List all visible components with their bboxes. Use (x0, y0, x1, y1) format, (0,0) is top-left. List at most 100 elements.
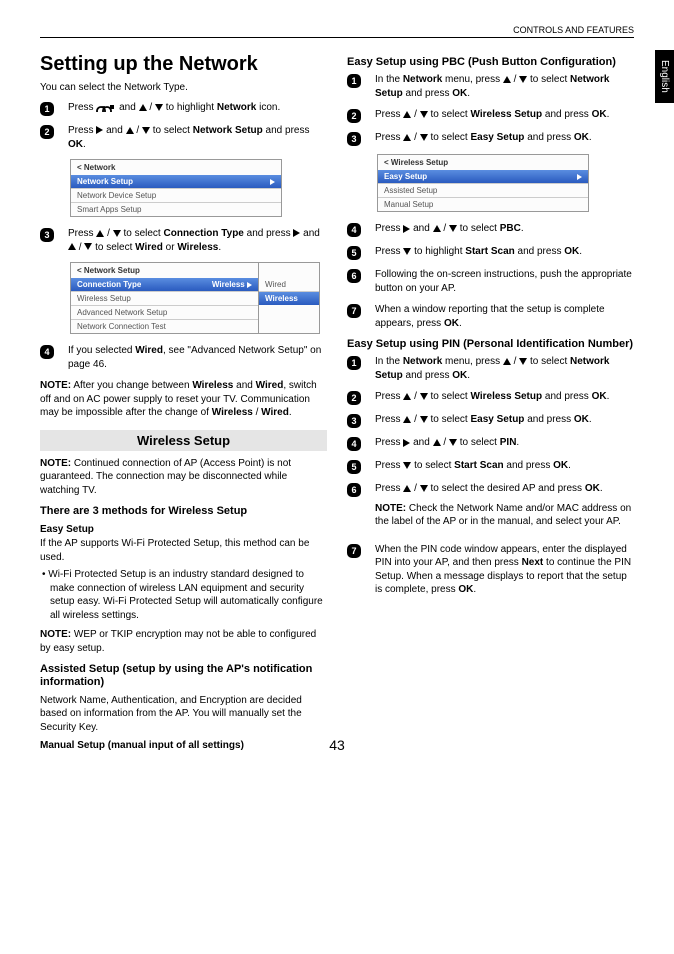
step-badge: 2 (347, 109, 361, 123)
step-badge: 1 (40, 102, 54, 116)
down-icon (155, 104, 163, 111)
chevron-right-icon (577, 174, 582, 180)
note-text: NOTE: Continued connection of AP (Access… (40, 457, 327, 498)
menu-row: Network Setup (71, 175, 281, 189)
step-badge: 7 (347, 304, 361, 318)
step-badge: 4 (347, 223, 361, 237)
menu-option: Wired (259, 278, 319, 292)
subsection-heading: Easy Setup using PIN (Personal Identific… (347, 338, 634, 351)
pbc-step-6: 6 Following the on-screen instructions, … (347, 268, 634, 295)
menu-title: < Network Setup (71, 263, 258, 278)
language-tab: English (655, 50, 674, 103)
pbc-step-1: 1 In the Network menu, press / to select… (347, 73, 634, 100)
note-text: NOTE: After you change between Wireless … (40, 379, 327, 420)
pin-step-3: 3 Press / to select Easy Setup and press… (347, 413, 634, 428)
menu-row: Advanced Network Setup (71, 306, 258, 320)
step-4: 4 If you selected Wired, see "Advanced N… (40, 344, 327, 371)
up-icon (96, 230, 104, 237)
down-icon (420, 111, 428, 118)
menu-wireless-setup: < Wireless Setup Easy Setup Assisted Set… (377, 154, 589, 212)
up-icon (503, 76, 511, 83)
step-text: Press / to select Wireless Setup and pre… (375, 108, 634, 122)
step-text: Press / to select the desired AP and pre… (375, 482, 634, 535)
body-text: Network Name, Authentication, and Encryp… (40, 694, 327, 735)
pbc-step-5: 5 Press to highlight Start Scan and pres… (347, 245, 634, 260)
right-column: Easy Setup using PBC (Push Button Config… (347, 48, 634, 753)
section-heading-wireless: Wireless Setup (40, 430, 327, 451)
down-icon (420, 485, 428, 492)
step-badge: 5 (347, 246, 361, 260)
method-heading: Assisted Setup (setup by using the AP's … (40, 663, 327, 689)
up-icon (403, 134, 411, 141)
step-text: In the Network menu, press / to select N… (375, 73, 634, 100)
down-icon (420, 393, 428, 400)
chevron-right-icon (247, 282, 252, 288)
down-icon (420, 416, 428, 423)
step-text: Press / to select Wireless Setup and pre… (375, 390, 634, 404)
down-icon (142, 127, 150, 134)
step-text: If you selected Wired, see "Advanced Net… (68, 344, 327, 371)
pbc-step-3: 3 Press / to select Easy Setup and press… (347, 131, 634, 146)
up-icon (403, 393, 411, 400)
step-badge: 4 (40, 345, 54, 359)
up-icon (126, 127, 134, 134)
pin-step-5: 5 Press to select Start Scan and press O… (347, 459, 634, 474)
step-badge: 3 (347, 132, 361, 146)
intro-text: You can select the Network Type. (40, 82, 327, 93)
left-column: Setting up the Network You can select th… (40, 48, 327, 753)
page-title: Setting up the Network (40, 53, 327, 76)
method-heading: Easy Setup (40, 524, 327, 535)
menu-network-setup: < Network Setup Connection TypeWireless … (70, 262, 320, 334)
step-text: Press / to select Easy Setup and press O… (375, 131, 634, 145)
note-text: NOTE: WEP or TKIP encryption may not be … (40, 628, 327, 655)
up-icon (139, 104, 147, 111)
up-icon (403, 111, 411, 118)
step-text: When a window reporting that the setup i… (375, 303, 634, 330)
step-text: Press / to select Connection Type and pr… (68, 227, 327, 254)
pbc-step-2: 2 Press / to select Wireless Setup and p… (347, 108, 634, 123)
pin-step-2: 2 Press / to select Wireless Setup and p… (347, 390, 634, 405)
down-icon (519, 76, 527, 83)
menu-row: Wireless Setup (71, 292, 258, 306)
body-text: If the AP supports Wi-Fi Protected Setup… (40, 537, 327, 564)
step-text: Press and / to highlight Network icon. (68, 101, 327, 115)
step-badge: 2 (40, 125, 54, 139)
note-text: NOTE: Check the Network Name and/or MAC … (375, 502, 634, 529)
step-3: 3 Press / to select Connection Type and … (40, 227, 327, 254)
step-text: Press / to select Easy Setup and press O… (375, 413, 634, 427)
down-icon (420, 134, 428, 141)
menu-row: Smart Apps Setup (71, 203, 281, 216)
step-badge: 5 (347, 460, 361, 474)
menu-row: Manual Setup (378, 198, 588, 211)
up-icon (68, 243, 76, 250)
up-icon (403, 416, 411, 423)
step-badge: 3 (40, 228, 54, 242)
down-icon (449, 439, 457, 446)
step-badge: 3 (347, 414, 361, 428)
pin-step-6: 6 Press / to select the desired AP and p… (347, 482, 634, 535)
menu-title: < Network (71, 160, 281, 175)
bullet-item: Wi-Fi Protected Setup is an industry sta… (40, 568, 327, 622)
up-icon (433, 225, 441, 232)
step-text: In the Network menu, press / to select N… (375, 355, 634, 382)
pin-step-7: 7 When the PIN code window appears, ente… (347, 543, 634, 597)
step-text: Press to highlight Start Scan and press … (375, 245, 634, 259)
menu-title: < Wireless Setup (378, 155, 588, 170)
step-badge: 6 (347, 269, 361, 283)
page-number: 43 (40, 737, 634, 753)
up-icon (503, 358, 511, 365)
step-badge: 4 (347, 437, 361, 451)
subsection-heading: There are 3 methods for Wireless Setup (40, 505, 327, 518)
step-badge: 2 (347, 391, 361, 405)
step-text: Press to select Start Scan and press OK. (375, 459, 634, 473)
chevron-right-icon (270, 179, 275, 185)
up-icon (433, 439, 441, 446)
quick-menu-icon (96, 102, 116, 113)
subsection-heading: Easy Setup using PBC (Push Button Config… (347, 56, 634, 69)
menu-option: Wireless (259, 292, 319, 305)
menu-row: Connection TypeWireless (71, 278, 258, 292)
step-text: Press and / to select PBC. (375, 222, 634, 236)
menu-row: Assisted Setup (378, 184, 588, 198)
step-text: When the PIN code window appears, enter … (375, 543, 634, 597)
down-icon (519, 358, 527, 365)
